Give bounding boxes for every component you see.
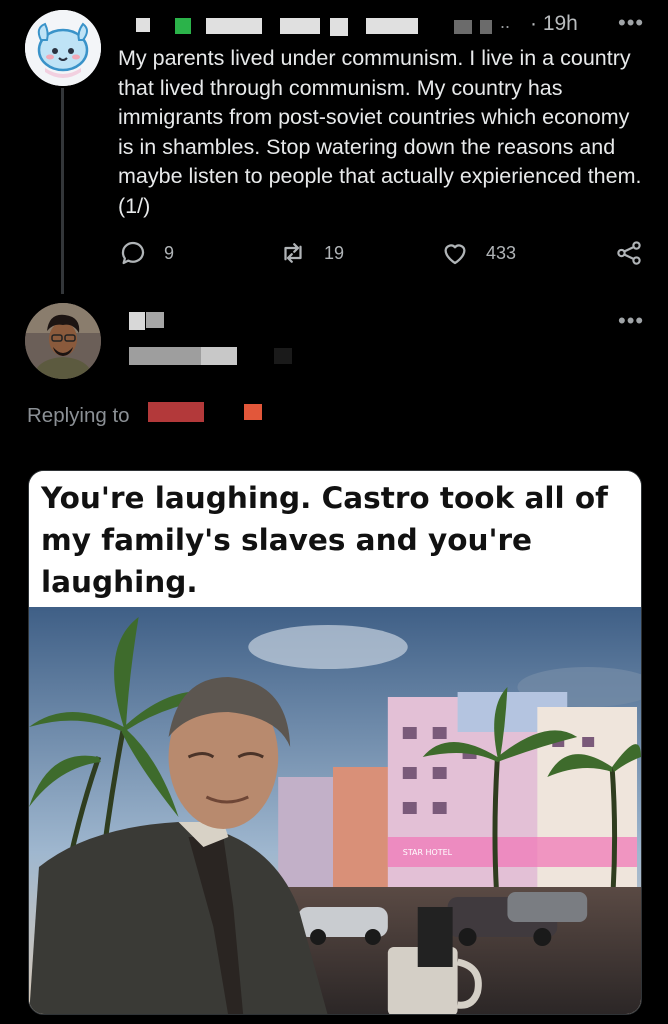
- thread-connector-line: [61, 88, 64, 294]
- redacted-handle-block: [201, 347, 237, 365]
- tweet-header: .. · 19h •••: [118, 10, 648, 38]
- redacted-handle-block: [129, 347, 201, 365]
- redacted-handle-block: [330, 18, 348, 36]
- redacted-name-block: [206, 18, 262, 34]
- share-icon: [617, 241, 641, 265]
- more-options-icon[interactable]: •••: [618, 10, 644, 36]
- handle-fragment: ..: [500, 12, 511, 32]
- meme-photo: STAR HOTEL: [29, 607, 641, 1014]
- timestamp[interactable]: · 19h: [530, 12, 578, 36]
- redacted-handle-block: [366, 18, 418, 34]
- more-options-icon[interactable]: •••: [618, 308, 644, 334]
- like-button[interactable]: 433: [440, 238, 516, 268]
- retweet-count: 19: [324, 242, 345, 263]
- retweet-button[interactable]: 19: [278, 238, 344, 268]
- redacted-handle-block: [480, 20, 492, 34]
- redacted-name-block: [175, 18, 191, 34]
- redacted-name-block: [129, 312, 145, 330]
- retweet-icon: [284, 243, 302, 263]
- avatar[interactable]: [25, 303, 101, 379]
- tweet-actions: 9 19 433: [118, 238, 648, 272]
- redacted-name-block: [136, 18, 150, 32]
- meme-image-card[interactable]: You're laughing. Castro took all of my f…: [28, 470, 642, 1015]
- redacted-mention-block[interactable]: [148, 402, 204, 422]
- hotel-sign-text: STAR HOTEL: [403, 848, 453, 857]
- reply-button[interactable]: 9: [118, 238, 174, 268]
- heart-icon: [444, 244, 466, 265]
- redacted-name-block: [146, 312, 164, 328]
- redacted-handle-block: [280, 18, 320, 34]
- cartoon-avatar-image: [25, 10, 101, 86]
- redacted-handle-block: [454, 20, 472, 34]
- tweet-text: My parents lived under communism. I live…: [118, 46, 642, 218]
- profile-photo-image: [25, 303, 101, 379]
- redacted-handle-block: [274, 348, 292, 364]
- avatar[interactable]: [25, 10, 101, 86]
- reply-count: 9: [164, 242, 175, 263]
- comment-icon: [121, 241, 145, 265]
- like-count: 433: [486, 242, 517, 263]
- replying-to-label: Replying to: [27, 404, 130, 427]
- redacted-mention-block[interactable]: [244, 404, 262, 420]
- meme-scene-image: STAR HOTEL: [29, 607, 641, 1014]
- meme-caption: You're laughing. Castro took all of my f…: [29, 471, 641, 607]
- share-button[interactable]: [614, 238, 644, 268]
